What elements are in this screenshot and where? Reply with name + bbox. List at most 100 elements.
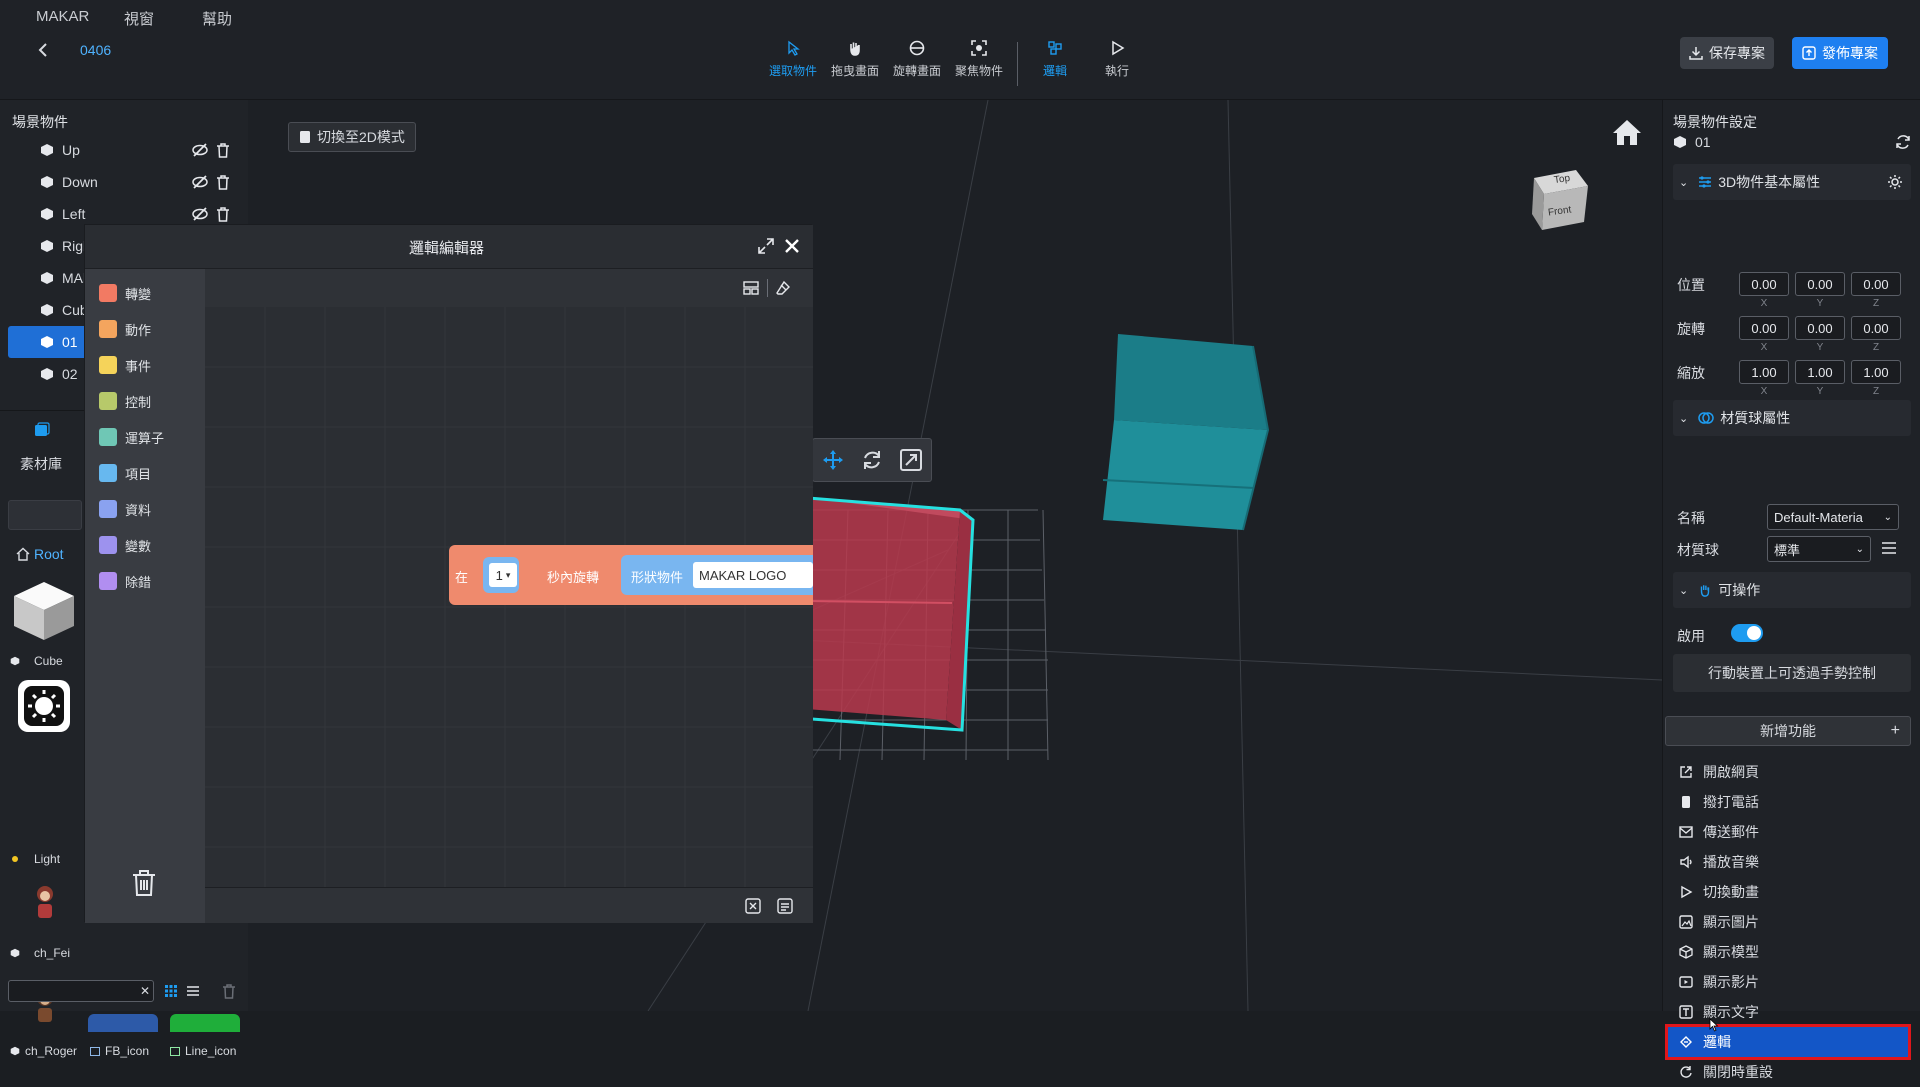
menu-help[interactable]: 幫助: [202, 8, 232, 29]
feature-phone-call[interactable]: 撥打電話: [1679, 787, 1909, 817]
material-section[interactable]: ⌄ 材質球屬性: [1673, 400, 1911, 436]
asset-light-item[interactable]: Light: [10, 852, 60, 866]
category-item[interactable]: 項目: [99, 455, 151, 491]
tool-pan[interactable]: 拖曳畫面: [824, 40, 886, 79]
rotate-icon[interactable]: [860, 448, 884, 472]
position-y-input[interactable]: 0.00: [1795, 272, 1845, 296]
enable-toggle[interactable]: [1731, 624, 1763, 642]
feature-open-webpage[interactable]: 開啟網頁: [1679, 757, 1909, 787]
category-transform[interactable]: 轉變: [99, 275, 151, 311]
eye-off-icon[interactable]: [192, 142, 208, 157]
target-object-select[interactable]: MAKAR LOGO: [693, 562, 813, 588]
clear-icon[interactable]: ✕: [140, 984, 150, 998]
asset-ch-fei-item[interactable]: ch_Fei: [10, 946, 70, 960]
position-x-input[interactable]: 0.00: [1739, 272, 1789, 296]
menu-icon[interactable]: [1881, 541, 1897, 555]
scene-item-up[interactable]: Up: [0, 134, 248, 166]
asset-fb-icon-item[interactable]: FB_icon: [90, 1044, 149, 1058]
category-action[interactable]: 動作: [99, 311, 151, 347]
asset-cube-item[interactable]: Cube: [10, 654, 63, 668]
refresh-icon[interactable]: [1895, 134, 1911, 150]
menu-makar[interactable]: MAKAR: [36, 8, 89, 25]
rotation-z-input[interactable]: 0.00: [1851, 316, 1901, 340]
trash-icon[interactable]: [216, 142, 230, 158]
settings-icon[interactable]: [1887, 174, 1903, 190]
grid-view-icon[interactable]: [164, 984, 178, 998]
category-event[interactable]: 事件: [99, 347, 151, 383]
category-debug[interactable]: 除錯: [99, 563, 151, 599]
move-icon[interactable]: [821, 448, 845, 472]
scale-y-input[interactable]: 1.00: [1795, 360, 1845, 384]
feature-reset-on-close[interactable]: 關閉時重設: [1679, 1057, 1909, 1087]
asset-light-thumb[interactable]: [18, 680, 70, 732]
asset-line-icon-thumb[interactable]: [170, 1014, 240, 1032]
back-icon[interactable]: [36, 42, 50, 58]
scale-x-input[interactable]: 1.00: [1739, 360, 1789, 384]
category-data[interactable]: 資料: [99, 491, 151, 527]
asset-library-title[interactable]: 素材庫: [20, 454, 62, 474]
asset-line-icon-item[interactable]: Line_icon: [170, 1044, 236, 1058]
logic-editor-window[interactable]: 邏輯編輯器 轉變 動作 事件 控制 運算子 項目 資料 變數 除錯 在 1 ▾ 秒…: [84, 224, 813, 923]
list-view-icon[interactable]: [186, 984, 200, 998]
material-name-select[interactable]: Default-Materia ⌄: [1767, 504, 1899, 530]
feature-switch-animation[interactable]: 切換動畫: [1679, 877, 1909, 907]
feature-show-model[interactable]: 顯示模型: [1679, 937, 1909, 967]
eye-off-icon[interactable]: [192, 206, 208, 221]
asset-library-icon[interactable]: [34, 422, 50, 438]
tool-focus[interactable]: 聚焦物件: [948, 40, 1010, 79]
tool-logic[interactable]: 邏輯: [1024, 40, 1086, 79]
logic-editor-header[interactable]: 邏輯編輯器: [85, 225, 813, 269]
rotation-x-input[interactable]: 0.00: [1739, 316, 1789, 340]
rotate-block[interactable]: 在 1 ▾ 秒內旋轉 形狀物件 MAKAR LOGO: [449, 545, 813, 605]
category-control[interactable]: 控制: [99, 383, 151, 419]
close-icon[interactable]: [783, 237, 801, 255]
code-view-icon[interactable]: [777, 898, 793, 914]
clear-blocks-icon[interactable]: [745, 898, 761, 914]
category-variable[interactable]: 變數: [99, 527, 151, 563]
rotation-y-input[interactable]: 0.00: [1795, 316, 1845, 340]
expand-icon[interactable]: [757, 237, 775, 255]
root-breadcrumb[interactable]: Root: [16, 546, 64, 562]
feature-play-music[interactable]: 播放音樂: [1679, 847, 1909, 877]
asset-cube-thumb[interactable]: [12, 580, 76, 642]
scale-z-input[interactable]: 1.00: [1851, 360, 1901, 384]
eye-off-icon[interactable]: [192, 174, 208, 189]
home-view-icon[interactable]: [1612, 118, 1642, 146]
operable-section[interactable]: ⌄ 可操作: [1673, 572, 1911, 608]
category-operator[interactable]: 運算子: [99, 419, 164, 455]
trash-icon[interactable]: [216, 206, 230, 222]
eraser-icon[interactable]: [775, 280, 791, 296]
workspace-trash-icon[interactable]: [131, 869, 157, 897]
feature-send-mail[interactable]: 傳送郵件: [1679, 817, 1909, 847]
seconds-select[interactable]: 1 ▾: [489, 563, 517, 587]
project-name[interactable]: 0406: [80, 42, 111, 58]
scale-icon[interactable]: [899, 448, 923, 472]
shape-object-block[interactable]: 形狀物件 MAKAR LOGO: [621, 555, 813, 595]
position-z-input[interactable]: 0.00: [1851, 272, 1901, 296]
scene-item-down[interactable]: Down: [0, 166, 248, 198]
trash-icon[interactable]: [216, 174, 230, 190]
publish-project-button[interactable]: 發佈專案: [1792, 37, 1888, 69]
layout-icon[interactable]: [743, 281, 759, 295]
selected-red-cube[interactable]: [794, 496, 975, 732]
view-cube[interactable]: Top Front: [1524, 162, 1590, 234]
material-select[interactable]: 標準 ⌄: [1767, 536, 1871, 562]
switch-2d-button[interactable]: 切換至2D模式: [288, 122, 416, 152]
feature-show-image[interactable]: 顯示圖片: [1679, 907, 1909, 937]
tool-run[interactable]: 執行: [1086, 40, 1148, 79]
tool-select[interactable]: 選取物件: [762, 40, 824, 79]
asset-filter-input[interactable]: [8, 980, 154, 1002]
asset-ch-fei-thumb[interactable]: [30, 884, 60, 922]
save-project-button[interactable]: 保存專案: [1680, 37, 1774, 69]
basic-properties-section[interactable]: ⌄ 3D物件基本屬性: [1673, 164, 1911, 200]
feature-show-video[interactable]: 顯示影片: [1679, 967, 1909, 997]
trash-icon[interactable]: [222, 984, 236, 999]
menu-window[interactable]: 視窗: [124, 8, 154, 29]
asset-search-input[interactable]: [8, 500, 82, 530]
asset-ch-roger-item[interactable]: ch_Roger: [10, 1044, 77, 1058]
asset-fb-icon-thumb[interactable]: [88, 1014, 158, 1032]
tool-rotate-view[interactable]: 旋轉畫面: [886, 40, 948, 79]
add-feature-button[interactable]: 新增功能 +: [1665, 716, 1911, 746]
logic-workspace[interactable]: 在 1 ▾ 秒內旋轉 形狀物件 MAKAR LOGO: [205, 307, 813, 887]
teal-cube[interactable]: [1102, 334, 1270, 531]
